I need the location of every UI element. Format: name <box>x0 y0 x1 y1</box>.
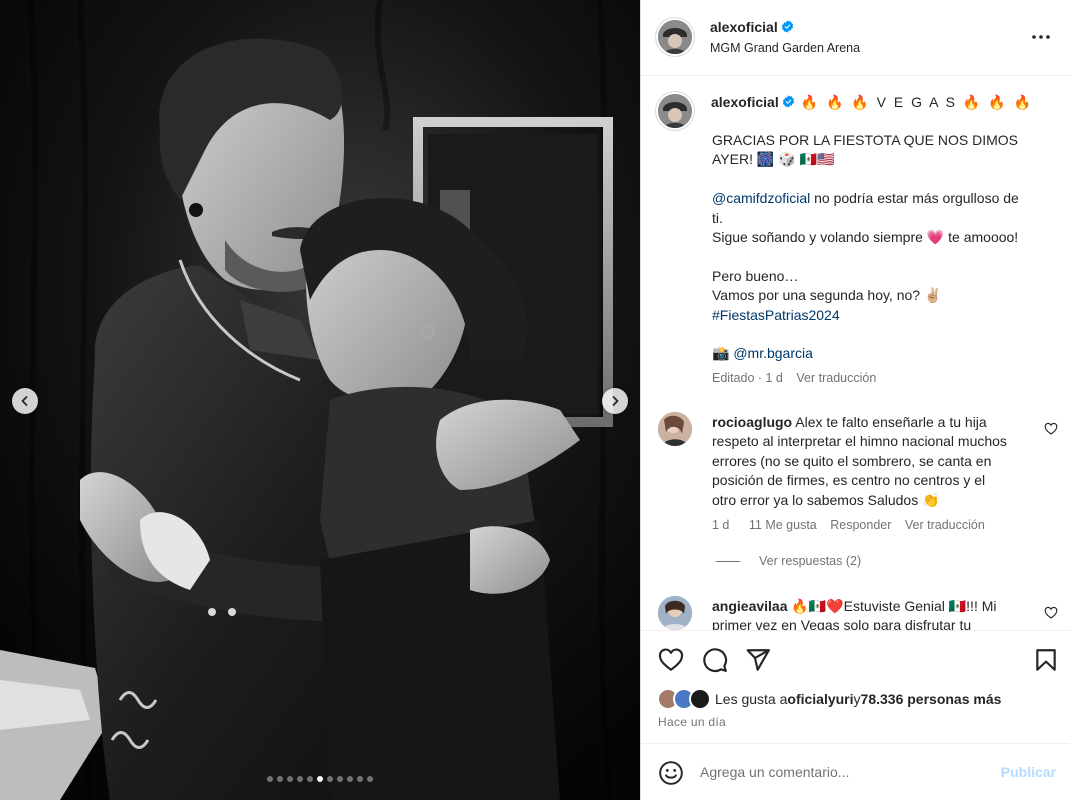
carousel-dot[interactable] <box>277 776 283 782</box>
caption-line: Vamos por una segunda hoy, no? ✌🏼 <box>712 287 942 304</box>
caption-meta: Editado · 1 d Ver traducción <box>712 371 886 385</box>
post-timestamp: Hace un día <box>658 715 727 729</box>
caption-line: @camifdzoficial no podría estar más orgu… <box>712 190 1019 207</box>
comment-meta: 1 d 11 Me gusta Responder Ver traducción <box>712 518 995 532</box>
comment-like-heart-icon[interactable] <box>1044 422 1058 435</box>
comment-like-count[interactable]: 11 Me gusta <box>749 518 817 532</box>
caption-line: Sigue soñando y volando siempre 💗 te amo… <box>712 229 1019 246</box>
author-username[interactable]: alexoficial <box>710 19 794 35</box>
hashtag-link[interactable]: #FiestasPatrias2024 <box>712 307 840 323</box>
likes-summary[interactable]: Les gusta a oficialyuri y 78.336 persona… <box>657 688 1001 710</box>
carousel-dot[interactable] <box>297 776 303 782</box>
post-location[interactable]: MGM Grand Garden Arena <box>710 41 860 55</box>
caption-line: AYER! 🎆 🎲 🇲🇽🇺🇸 <box>712 151 835 168</box>
bookmark-icon[interactable] <box>1033 647 1059 673</box>
caption-line: Pero bueno… <box>712 267 799 284</box>
commenter-avatar[interactable] <box>658 412 692 446</box>
liker-username[interactable]: oficialyuri <box>787 691 853 707</box>
comment-reply-button[interactable]: Responder <box>830 518 891 532</box>
carousel-dot[interactable] <box>337 776 343 782</box>
share-icon[interactable] <box>745 647 771 673</box>
add-comment-bar: Publicar <box>641 743 1070 800</box>
verified-badge-icon <box>781 20 793 33</box>
post-photo <box>0 0 640 800</box>
mention-link[interactable]: @camifdzoficial <box>712 190 810 206</box>
comment-icon[interactable] <box>702 647 728 673</box>
likes-count[interactable]: 78.336 personas más <box>861 691 1002 707</box>
heart-icon[interactable] <box>658 647 684 673</box>
more-icon[interactable] <box>1030 28 1052 46</box>
commenter-username[interactable]: rocioaglugo <box>712 414 792 430</box>
comment-like-heart-icon[interactable] <box>1044 606 1058 619</box>
caption-headline: 🔥 🔥 🔥 V E G A S 🔥 🔥 🔥 <box>800 94 1033 110</box>
liker-avatar <box>689 688 711 710</box>
author-avatar[interactable] <box>658 20 692 54</box>
comment-text: angieavilaa 🔥🇲🇽❤️Estuviste Genial 🇲🇽!!! … <box>712 598 997 630</box>
carousel-dot[interactable] <box>327 776 333 782</box>
view-replies-button[interactable]: Ver respuestas (2) <box>716 554 861 568</box>
post-side-panel: alexoficial MGM Grand Garden Arena alexo… <box>640 0 1070 800</box>
chevron-right-icon <box>612 396 619 406</box>
caption-username[interactable]: alexoficial <box>711 94 779 110</box>
verified-badge-icon <box>782 95 794 108</box>
carousel-dot[interactable] <box>317 776 323 782</box>
photo-credit-link[interactable]: @mr.bgarcia <box>733 345 813 361</box>
carousel-dot[interactable] <box>357 776 363 782</box>
caption-line: 📸 @mr.bgarcia <box>712 344 1052 363</box>
caption-translate-link[interactable]: Ver traducción <box>796 371 876 385</box>
carousel-dot[interactable] <box>347 776 353 782</box>
liker-avatars <box>657 688 713 710</box>
heart-emoji: 💗 <box>926 229 945 246</box>
caption-author-avatar[interactable] <box>658 94 692 128</box>
post-actions: Les gusta a oficialyuri y 78.336 persona… <box>641 630 1070 743</box>
post-header: alexoficial MGM Grand Garden Arena <box>641 0 1070 76</box>
carousel-dots <box>0 776 640 782</box>
comments-scroll-area[interactable]: alexoficial 🔥 🔥 🔥 V E G A S 🔥 🔥 🔥 GRACIAS… <box>641 77 1070 630</box>
caption-header: alexoficial 🔥 🔥 🔥 V E G A S 🔥 🔥 🔥 <box>711 94 1033 111</box>
comment-text: rocioaglugo Alex te falto enseñarle a tu… <box>712 414 1007 508</box>
carousel-prev-button[interactable] <box>12 388 38 414</box>
post-media[interactable] <box>0 0 640 800</box>
caption-text: GRACIAS POR LA FIESTOTA QUE NOS DIMOS AY… <box>712 131 1052 364</box>
caption-line: GRACIAS POR LA FIESTOTA QUE NOS DIMOS <box>712 132 1018 148</box>
avatar-image <box>658 596 692 630</box>
comment-input[interactable] <box>700 761 980 783</box>
publish-button[interactable]: Publicar <box>1001 764 1056 780</box>
carousel-next-button[interactable] <box>602 388 628 414</box>
camera-emoji: 📸 <box>712 345 730 362</box>
carousel-dot[interactable] <box>367 776 373 782</box>
caption-edited-time: Editado · 1 d <box>712 371 783 385</box>
comment-translate-link[interactable]: Ver traducción <box>905 518 985 532</box>
comment-time: 1 d <box>712 518 730 532</box>
caption-line: ti. <box>712 209 723 226</box>
commenter-avatar[interactable] <box>658 596 692 630</box>
avatar-image <box>658 20 692 54</box>
emoji-icon[interactable] <box>658 760 684 786</box>
carousel-dot[interactable] <box>287 776 293 782</box>
chevron-left-icon <box>21 396 28 406</box>
carousel-dot[interactable] <box>267 776 273 782</box>
carousel-dot[interactable] <box>307 776 313 782</box>
instagram-post: alexoficial MGM Grand Garden Arena alexo… <box>0 0 1070 800</box>
avatar-image <box>658 412 692 446</box>
caption-line: #FiestasPatrias2024 <box>712 306 1052 325</box>
avatar-image <box>658 94 692 128</box>
commenter-username[interactable]: angieavilaa <box>712 598 788 614</box>
